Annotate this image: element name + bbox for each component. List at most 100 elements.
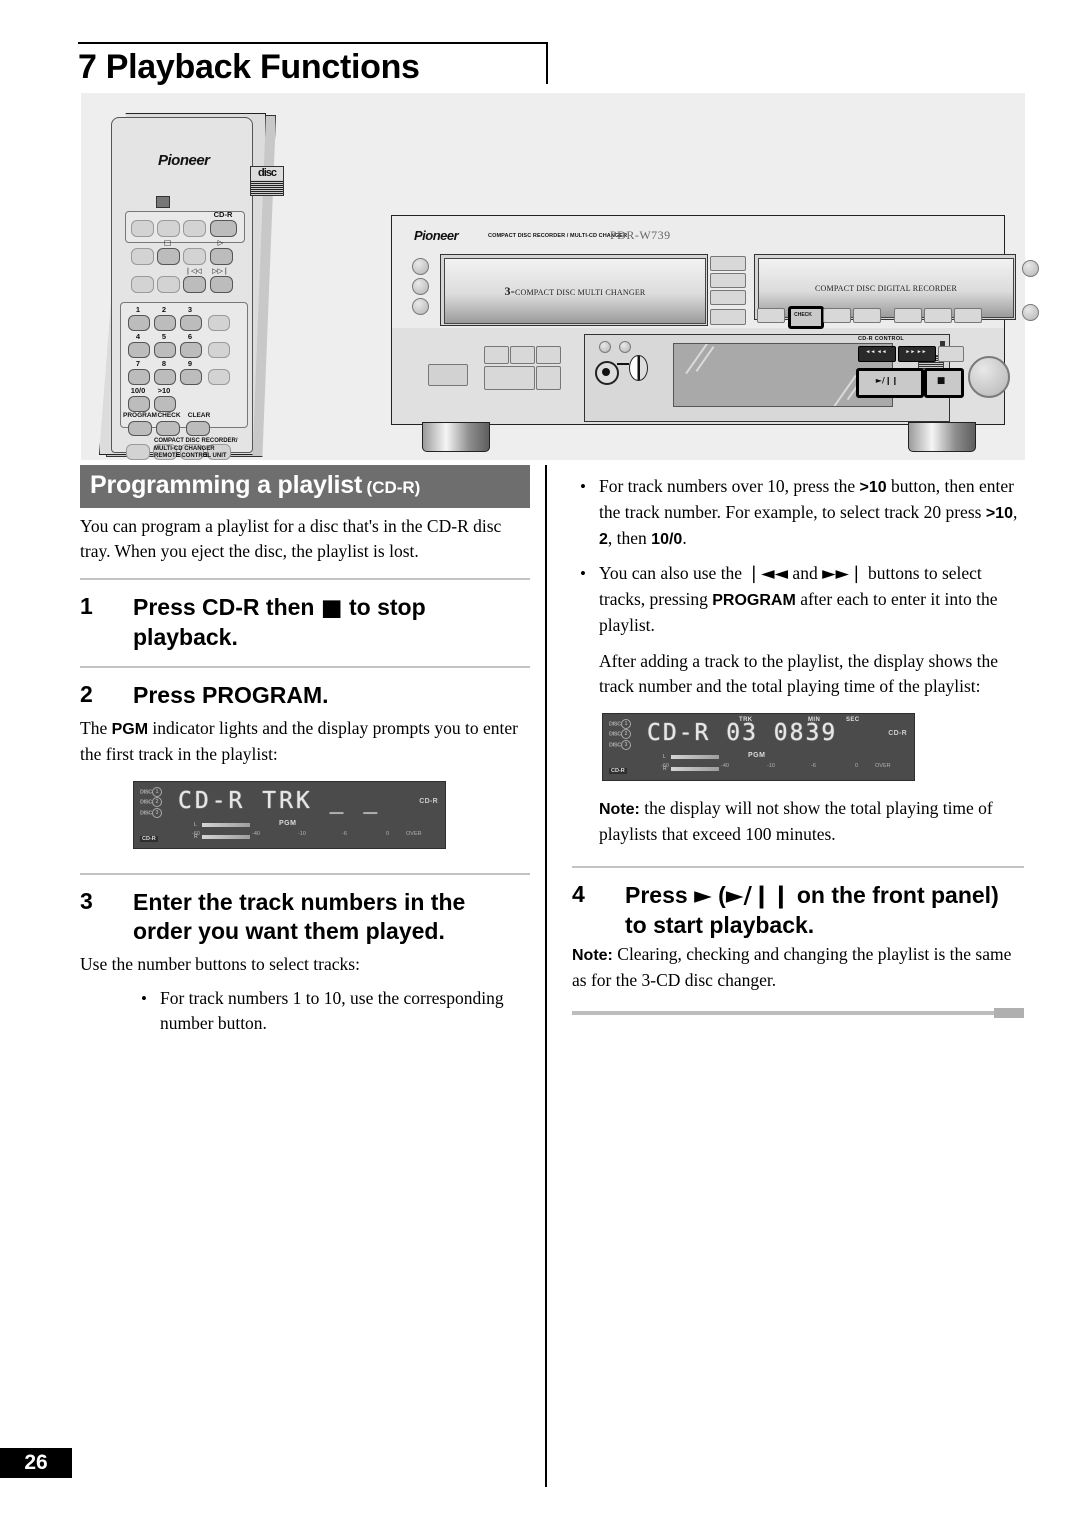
rb1-key2: 2 <box>599 531 608 548</box>
display-screenshot-1: DISC 1 DISC 2 DISC 3 CD-R TRK _ _ CD-R PGM … <box>133 781 446 849</box>
remote-stop-button[interactable] <box>157 248 180 265</box>
remote-key-over-10[interactable] <box>154 396 176 412</box>
step-3: 3 Enter the track numbers in the order y… <box>80 888 530 1036</box>
remote-prev-track-button[interactable] <box>183 276 206 293</box>
right-bullet-list: For track numbers over 10, press the >10… <box>572 474 1024 638</box>
lcd2-scale-2: -10 <box>767 763 775 769</box>
lcd2-input-indicator: CD-R <box>609 768 627 774</box>
remote-program-button[interactable] <box>128 421 152 436</box>
prev-track-icon: ❘◁◁ <box>185 267 202 275</box>
deck-knob-3[interactable] <box>412 298 429 315</box>
remote-key-7[interactable] <box>128 369 150 385</box>
step-2-body: The PGM indicator lights and the display… <box>80 716 530 767</box>
remote-key-1[interactable] <box>128 315 150 331</box>
key-label-5: 5 <box>161 332 167 341</box>
remote-bottom-button-1[interactable] <box>126 444 150 460</box>
deck-jog-dial[interactable] <box>968 356 1010 398</box>
lcd1-scale-4: 0 <box>386 831 390 837</box>
remote-key-3[interactable] <box>180 315 202 331</box>
deck-rec-button-4[interactable] <box>894 308 922 323</box>
deck-mid-button-4[interactable] <box>710 309 746 325</box>
multi-changer-tray[interactable]: 3-COMPACT DISC MULTI CHANGER <box>440 254 708 326</box>
deck-pioneer-logo: Pioneer <box>414 228 459 243</box>
lcd1-main-text: CD-R TRK _ _ <box>178 788 381 814</box>
remote-cdr-label: CD-R <box>213 210 233 219</box>
remote-next-track-button[interactable] <box>210 276 233 293</box>
tray-disc-count: 3- <box>504 283 515 298</box>
deck-knob-4[interactable] <box>1022 260 1039 277</box>
pgm-indicator-label: PGM <box>111 721 149 738</box>
left-column: Programming a playlist (CD-R) You can pr… <box>80 465 530 1036</box>
note-2-label: Note: <box>572 947 613 964</box>
remote-key-aux-1[interactable] <box>208 315 230 331</box>
remote-footer-line-3: REMOTE CONTROL UNIT <box>154 453 227 459</box>
remote-key-aux-2[interactable] <box>208 342 230 358</box>
deck-window-knob-1[interactable] <box>599 341 611 353</box>
step-3-bullets: For track numbers 1 to 10, use the corre… <box>133 986 530 1036</box>
deck-lower-button-2[interactable] <box>510 346 535 364</box>
deck-mid-button-3[interactable] <box>710 290 746 305</box>
deck-knob-1[interactable] <box>412 258 429 275</box>
deck-knob-5[interactable] <box>1022 304 1039 321</box>
remote-key-2[interactable] <box>154 315 176 331</box>
key-label-8: 8 <box>161 359 167 368</box>
lcd1-scale-2: -10 <box>298 831 306 837</box>
remote-key-aux-3[interactable] <box>208 369 230 385</box>
deck-window-knob-2[interactable] <box>619 341 631 353</box>
divider-rule-1 <box>80 578 530 580</box>
remote-key-10-0[interactable] <box>128 396 150 412</box>
remote-source-button-1[interactable] <box>131 220 154 237</box>
remote-play-button[interactable] <box>210 248 233 265</box>
step-1: 1 Press CD-R then ■ to stop playback. <box>80 593 530 652</box>
remote-key-5[interactable] <box>154 342 176 358</box>
remote-transport-button-a[interactable] <box>131 248 154 265</box>
key-label-6: 6 <box>187 332 193 341</box>
remote-transport-button-d[interactable] <box>157 276 180 293</box>
tray-label-text: COMPACT DISC MULTI CHANGER <box>514 287 646 297</box>
level-dial-icon[interactable] <box>629 355 648 381</box>
deck-lower-button-5[interactable] <box>536 366 561 390</box>
remote-source-button-2[interactable] <box>157 220 180 237</box>
deck-rec-button-2[interactable] <box>823 308 851 323</box>
remote-key-4[interactable] <box>128 342 150 358</box>
remote-key-9[interactable] <box>180 369 202 385</box>
remote-check-button[interactable] <box>156 421 180 436</box>
remote-footer-line-1: COMPACT DISC RECORDER/ <box>154 438 238 444</box>
step-1-heading: Press CD-R then ■ to stop playback. <box>133 593 530 652</box>
deck-knob-2[interactable] <box>412 278 429 295</box>
remote-cdr-button[interactable] <box>210 220 237 237</box>
lcd2-min-label: MIN <box>808 717 821 723</box>
deck-rec-button-1[interactable] <box>757 308 785 323</box>
step-4-pre: Press <box>625 882 695 908</box>
after-adding-text: After adding a track to the playlist, th… <box>599 651 999 696</box>
deck-rec-button-6[interactable] <box>954 308 982 323</box>
remote-key-8[interactable] <box>154 369 176 385</box>
remote-transport-button-c[interactable] <box>131 276 154 293</box>
next-track-icon: ▷▷❘ <box>212 267 229 275</box>
divider-rule-2 <box>80 666 530 668</box>
remote-source-button-3[interactable] <box>183 220 206 237</box>
deck-rec-button-5[interactable] <box>924 308 952 323</box>
lcd1-meter-right-bar <box>202 835 250 839</box>
deck-lower-pad[interactable] <box>428 364 468 386</box>
remote-clear-button[interactable] <box>186 421 210 436</box>
lcd1-input-indicator: CD-R <box>140 836 158 842</box>
deck-rec-button-3[interactable] <box>853 308 881 323</box>
deck-mid-button-1[interactable] <box>710 256 746 271</box>
remote-key-6[interactable] <box>180 342 202 358</box>
lcd2-disc-row-3: DISC 3 <box>609 739 631 750</box>
remote-footer-line-2: MULTI-CD CHANGER <box>154 445 215 452</box>
deck-mid-button-2[interactable] <box>710 273 746 288</box>
step-2-body-pre: The <box>80 718 112 738</box>
jack-connector-line <box>617 363 629 365</box>
cd-recorder-front-panel: Pioneer COMPACT DISC RECORDER / MULTI-CD… <box>391 215 1039 452</box>
deck-cdr-next-icon: ►► ►► <box>905 349 927 355</box>
deck-cdr-aux-button[interactable] <box>938 346 964 362</box>
deck-lower-button-1[interactable] <box>484 346 509 364</box>
note-2-text: Clearing, checking and changing the play… <box>572 944 1012 990</box>
remote-transport-button-b[interactable] <box>183 248 206 265</box>
deck-lower-button-4[interactable] <box>484 366 535 390</box>
lcd1-disc-row-1: DISC 1 <box>140 787 162 797</box>
deck-lower-button-3[interactable] <box>536 346 561 364</box>
section-intro: You can program a playlist for a disc th… <box>80 516 502 561</box>
